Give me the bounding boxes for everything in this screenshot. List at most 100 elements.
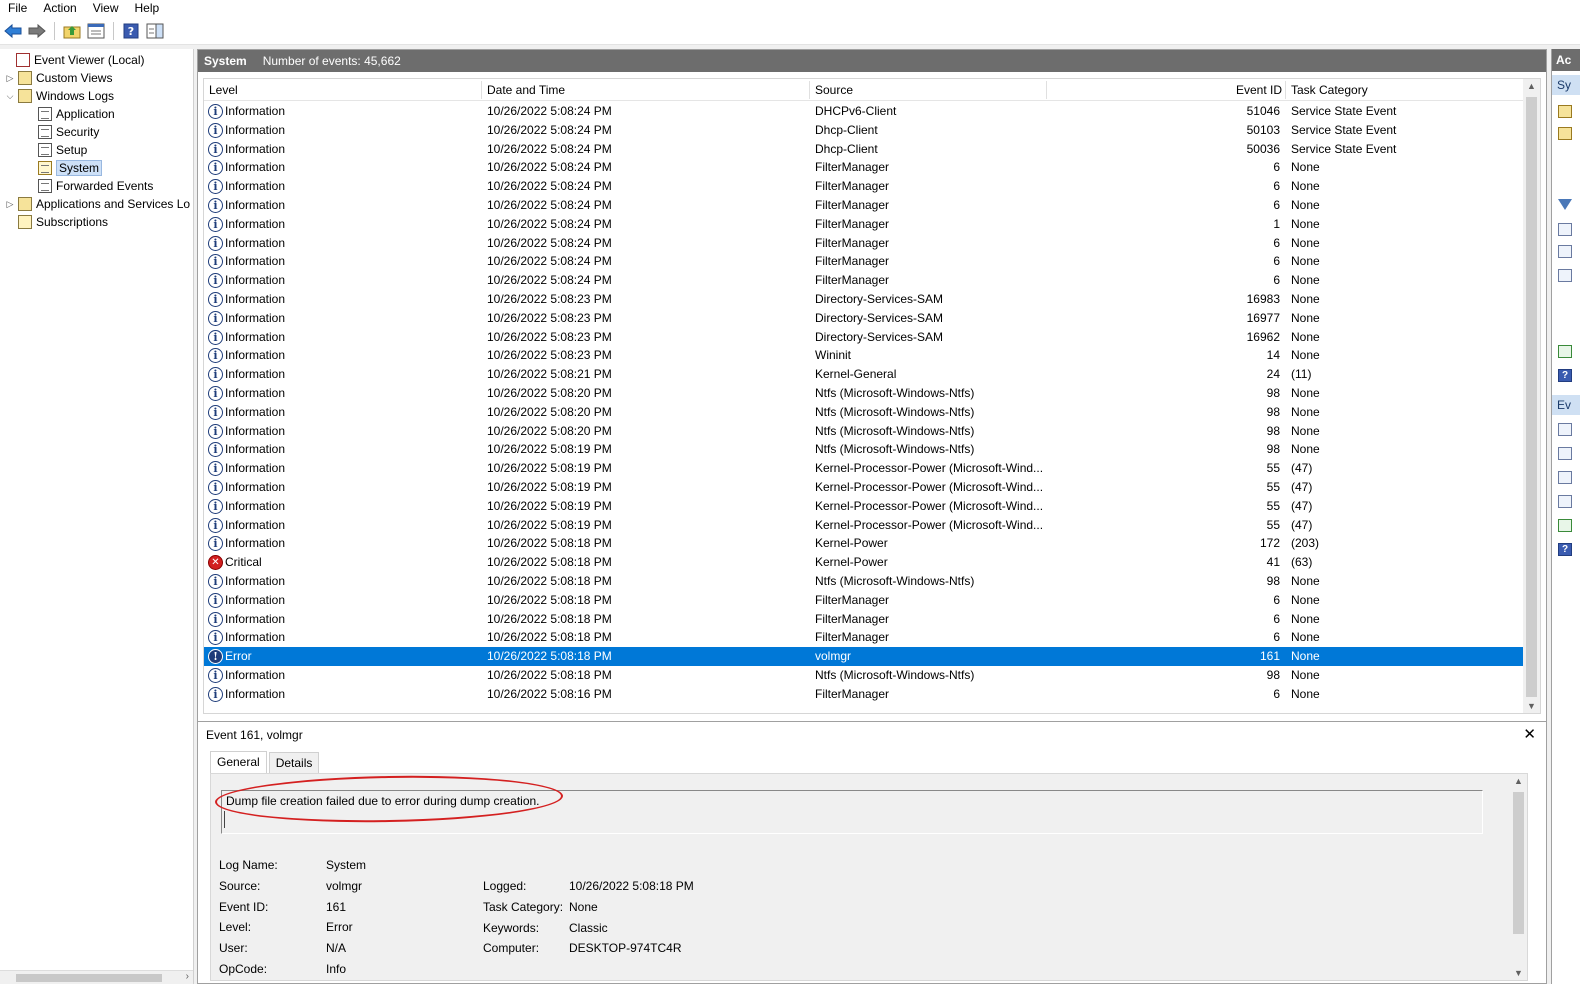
tree-item-setup[interactable]: Setup bbox=[24, 141, 87, 159]
menu-help[interactable]: Help bbox=[127, 0, 168, 17]
table-row[interactable]: ✕ Critical 10/26/2022 5:08:18 PM Kernel-Pow… bbox=[204, 553, 1524, 572]
tab-details[interactable]: Details bbox=[268, 752, 320, 773]
information-icon: i bbox=[208, 668, 223, 683]
cell-level: Information bbox=[225, 517, 286, 532]
actions-section-event[interactable]: Ev bbox=[1552, 395, 1580, 415]
table-row[interactable]: i Information 10/26/2022 5:08:24 PM DHCPv6-… bbox=[204, 102, 1524, 121]
table-row[interactable]: i Information 10/26/2022 5:08:18 PM Kernel-… bbox=[204, 534, 1524, 553]
scroll-down-icon[interactable]: ▼ bbox=[1527, 701, 1536, 711]
help-icon[interactable]: ? bbox=[1558, 369, 1572, 382]
tree-item-custom-views[interactable]: ▷ Custom Views bbox=[4, 69, 112, 87]
table-row[interactable]: i Information 10/26/2022 5:08:18 PM FilterM… bbox=[204, 610, 1524, 629]
close-icon[interactable]: ✕ bbox=[1523, 725, 1536, 743]
folder-up-icon[interactable] bbox=[62, 21, 82, 41]
tree-item-applications-services[interactable]: ▷ Applications and Services Lo bbox=[4, 195, 190, 213]
table-row[interactable]: i Information 10/26/2022 5:08:24 PM FilterM… bbox=[204, 196, 1524, 215]
tree-horizontal-scrollbar[interactable]: › bbox=[0, 970, 193, 984]
tab-general[interactable]: General bbox=[210, 751, 267, 774]
create-view-icon[interactable] bbox=[1558, 127, 1572, 140]
column-header-level[interactable]: Level bbox=[209, 83, 238, 97]
cell-event-id: 16962 bbox=[1246, 329, 1280, 344]
tree-item-security[interactable]: Security bbox=[24, 123, 99, 141]
tree-item-system[interactable]: System bbox=[24, 159, 103, 177]
tree-item-subscriptions[interactable]: Subscriptions bbox=[4, 213, 108, 231]
detail-vertical-scrollbar[interactable]: ▲ ▼ bbox=[1510, 774, 1527, 980]
actions-section-system[interactable]: Sy bbox=[1552, 75, 1580, 95]
expand-arrow-icon[interactable]: ▷ bbox=[4, 199, 16, 210]
event-properties-icon[interactable] bbox=[1558, 423, 1572, 436]
tree-item-forwarded-events[interactable]: Forwarded Events bbox=[24, 177, 153, 195]
table-row[interactable]: i Information 10/26/2022 5:08:24 PM FilterM… bbox=[204, 158, 1524, 177]
back-arrow-icon[interactable] bbox=[3, 21, 23, 41]
cell-event-id: 55 bbox=[1266, 517, 1280, 532]
find-icon[interactable] bbox=[1558, 245, 1572, 258]
table-row[interactable]: i Information 10/26/2022 5:08:23 PM Directo… bbox=[204, 309, 1524, 328]
table-row[interactable]: i Information 10/26/2022 5:08:20 PM Ntfs (M… bbox=[204, 403, 1524, 422]
cell-event-id: 6 bbox=[1273, 198, 1280, 212]
table-row[interactable]: i Information 10/26/2022 5:08:24 PM FilterM… bbox=[204, 215, 1524, 234]
table-row[interactable]: i Information 10/26/2022 5:08:24 PM FilterM… bbox=[204, 271, 1524, 290]
copy-icon[interactable] bbox=[1558, 471, 1572, 484]
refresh-icon[interactable] bbox=[1558, 345, 1572, 358]
forward-arrow-icon[interactable] bbox=[27, 21, 47, 41]
tree-item-windows-logs[interactable]: ⌵ Windows Logs bbox=[4, 87, 114, 105]
events-vertical-scrollbar[interactable]: ▲ ▼ bbox=[1523, 79, 1540, 713]
menu-file[interactable]: File bbox=[0, 0, 35, 17]
scroll-up-icon[interactable]: ▲ bbox=[1527, 81, 1536, 91]
scrollbar-thumb[interactable] bbox=[16, 974, 162, 982]
table-row[interactable]: i Information 10/26/2022 5:08:21 PM Kernel-… bbox=[204, 365, 1524, 384]
table-row[interactable]: i Information 10/26/2022 5:08:18 PM FilterM… bbox=[204, 628, 1524, 647]
table-row[interactable]: i Information 10/26/2022 5:08:19 PM Kernel-… bbox=[204, 516, 1524, 535]
tree-item-application[interactable]: Application bbox=[24, 105, 115, 123]
properties-icon[interactable] bbox=[1558, 223, 1572, 236]
actions-title: Ac bbox=[1552, 49, 1580, 71]
table-row[interactable]: i Information 10/26/2022 5:08:24 PM Dhcp-Cl… bbox=[204, 140, 1524, 159]
table-row[interactable]: i Information 10/26/2022 5:08:24 PM FilterM… bbox=[204, 234, 1524, 253]
help-icon[interactable]: ? bbox=[1558, 543, 1572, 556]
table-row[interactable]: i Information 10/26/2022 5:08:19 PM Kernel-… bbox=[204, 497, 1524, 516]
menu-view[interactable]: View bbox=[85, 0, 127, 17]
attach-task-icon[interactable] bbox=[1558, 447, 1572, 460]
refresh-icon[interactable] bbox=[1558, 519, 1572, 532]
cell-source: FilterManager bbox=[815, 273, 890, 288]
column-header-date[interactable]: Date and Time bbox=[487, 83, 565, 97]
table-row[interactable]: i Information 10/26/2022 5:08:24 PM FilterM… bbox=[204, 177, 1524, 196]
filter-icon[interactable] bbox=[1558, 199, 1572, 210]
table-row[interactable]: i Information 10/26/2022 5:08:24 PM Dhcp-Cl… bbox=[204, 121, 1524, 140]
table-row[interactable]: ! Error 10/26/2022 5:08:18 PM volmgr 161 None bbox=[204, 647, 1524, 666]
table-row[interactable]: i Information 10/26/2022 5:08:23 PM Directo… bbox=[204, 328, 1524, 347]
table-row[interactable]: i Information 10/26/2022 5:08:18 PM Ntfs (M… bbox=[204, 572, 1524, 591]
column-header-task-category[interactable]: Task Category bbox=[1291, 83, 1368, 97]
cell-level: Information bbox=[225, 310, 286, 325]
scrollbar-thumb[interactable] bbox=[1513, 792, 1524, 934]
scrollbar-thumb[interactable] bbox=[1526, 97, 1537, 697]
information-icon: i bbox=[208, 235, 223, 251]
column-header-source[interactable]: Source bbox=[815, 83, 853, 97]
table-row[interactable]: i Information 10/26/2022 5:08:18 PM Ntfs (M… bbox=[204, 666, 1524, 685]
scroll-down-icon[interactable]: ▼ bbox=[1514, 968, 1523, 978]
table-row[interactable]: i Information 10/26/2022 5:08:19 PM Kernel-… bbox=[204, 478, 1524, 497]
scroll-up-icon[interactable]: ▲ bbox=[1514, 776, 1523, 786]
properties-icon[interactable] bbox=[86, 21, 106, 41]
collapse-arrow-icon[interactable]: ⌵ bbox=[4, 91, 16, 102]
table-row[interactable]: i Information 10/26/2022 5:08:18 PM FilterM… bbox=[204, 591, 1524, 610]
scroll-right-icon[interactable]: › bbox=[186, 971, 189, 982]
menu-action[interactable]: Action bbox=[35, 0, 84, 17]
save-selected-icon[interactable] bbox=[1558, 495, 1572, 508]
column-header-event-id[interactable]: Event ID bbox=[1236, 83, 1282, 97]
table-row[interactable]: i Information 10/26/2022 5:08:23 PM Directo… bbox=[204, 290, 1524, 309]
table-row[interactable]: i Information 10/26/2022 5:08:19 PM Ntfs (M… bbox=[204, 440, 1524, 459]
table-row[interactable]: i Information 10/26/2022 5:08:23 PM Wininit… bbox=[204, 346, 1524, 365]
table-row[interactable]: i Information 10/26/2022 5:08:20 PM Ntfs (M… bbox=[204, 384, 1524, 403]
table-row[interactable]: i Information 10/26/2022 5:08:20 PM Ntfs (M… bbox=[204, 422, 1524, 441]
open-log-icon[interactable] bbox=[1558, 105, 1572, 118]
table-row[interactable]: i Information 10/26/2022 5:08:19 PM Kernel-… bbox=[204, 459, 1524, 478]
help-icon[interactable]: ? bbox=[121, 21, 141, 41]
table-row[interactable]: i Information 10/26/2022 5:08:24 PM FilterM… bbox=[204, 252, 1524, 271]
cell-level: Information bbox=[225, 141, 286, 156]
save-icon[interactable] bbox=[1558, 269, 1572, 282]
table-row[interactable]: i Information 10/26/2022 5:08:16 PM FilterM… bbox=[204, 685, 1524, 704]
show-pane-icon[interactable] bbox=[145, 21, 165, 41]
expand-arrow-icon[interactable]: ▷ bbox=[4, 73, 16, 84]
tree-item-event-viewer[interactable]: Event Viewer (Local) bbox=[2, 51, 145, 69]
